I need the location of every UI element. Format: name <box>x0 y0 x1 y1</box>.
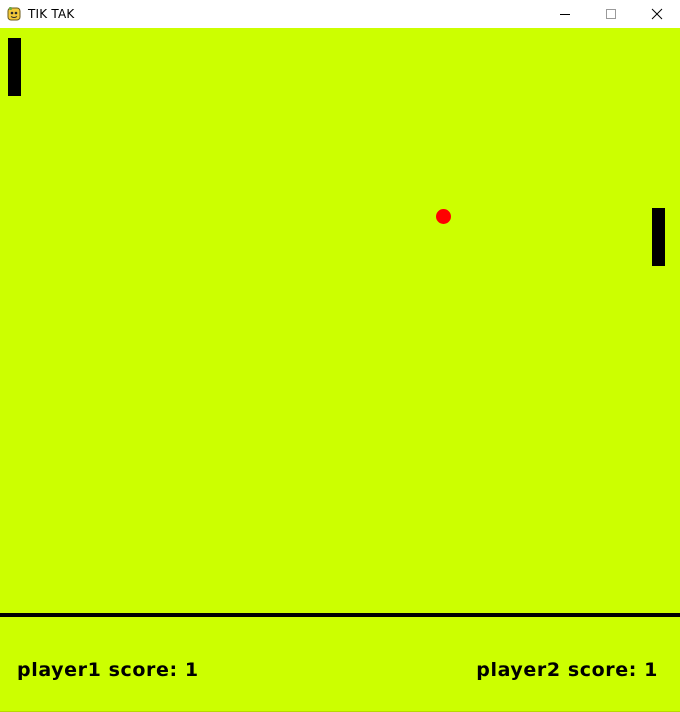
window-title: TIK TAK <box>28 7 75 21</box>
player1-score: player1 score: 1 <box>17 659 199 681</box>
maximize-icon <box>606 9 616 19</box>
player1-paddle <box>8 38 21 96</box>
ball <box>436 209 451 224</box>
minimize-button[interactable] <box>542 0 588 28</box>
pygame-snake-icon <box>6 6 22 22</box>
close-button[interactable] <box>634 0 680 28</box>
game-window: TIK TAK player1 score: 1 player2 score: … <box>0 0 680 712</box>
title-bar[interactable]: TIK TAK <box>0 0 680 28</box>
court-divider-line <box>0 613 680 617</box>
player2-paddle <box>652 208 665 266</box>
minimize-icon <box>560 14 570 15</box>
window-controls <box>542 0 680 28</box>
maximize-button[interactable] <box>588 0 634 28</box>
close-icon <box>651 8 663 20</box>
player2-score: player2 score: 1 <box>476 659 658 681</box>
game-canvas[interactable]: player1 score: 1 player2 score: 1 <box>0 28 680 712</box>
